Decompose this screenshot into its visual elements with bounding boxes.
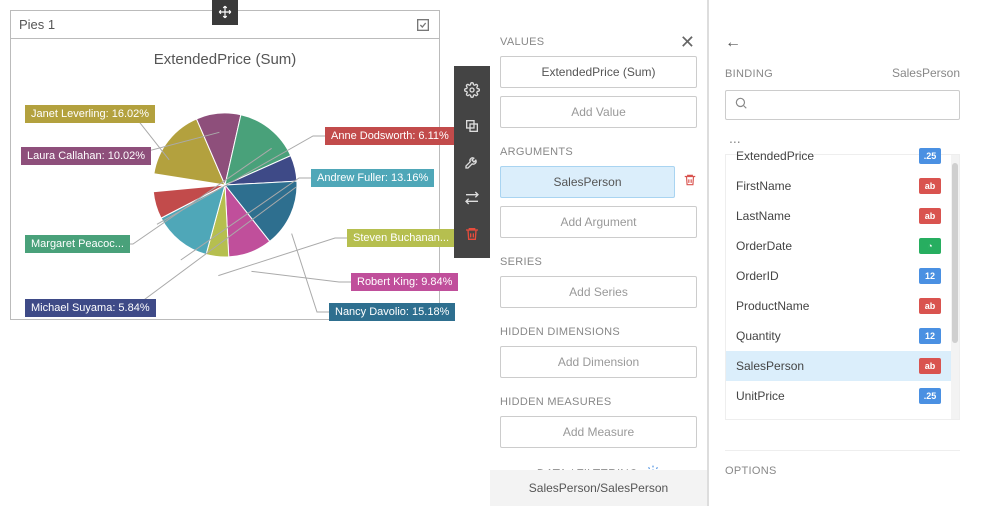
type-tag: ab xyxy=(919,208,941,224)
remove-argument-icon[interactable] xyxy=(683,173,697,192)
field-name: ExtendedPrice xyxy=(736,149,814,163)
arguments-field[interactable]: SalesPerson xyxy=(500,166,675,198)
add-value-button[interactable]: Add Value xyxy=(500,96,697,128)
type-tag: ab xyxy=(919,298,941,314)
data-label: Janet Leverling: 16.02% xyxy=(25,105,155,123)
type-tag: .25 xyxy=(919,388,941,404)
add-series-button[interactable]: Add Series xyxy=(500,276,697,308)
field-item[interactable]: LastName ab xyxy=(726,201,951,231)
data-label: Robert King: 9.84% xyxy=(351,273,458,291)
data-label: Laura Callahan: 10.02% xyxy=(21,147,151,165)
widget-title: Pies 1 xyxy=(19,17,415,32)
config-panel: ✕ VALUES ExtendedPrice (Sum) Add Value A… xyxy=(490,0,708,506)
fields-list: ExtendedPrice.25FirstNameabLastNameabOrd… xyxy=(725,154,960,420)
pie-chart-widget: Pies 1 ExtendedPrice (Sum) Janet Leverli… xyxy=(10,10,440,320)
close-icon[interactable]: ✕ xyxy=(680,32,695,53)
duplicate-icon[interactable] xyxy=(454,108,490,144)
search-icon xyxy=(734,96,748,115)
field-item[interactable]: SalesPerson ab xyxy=(726,351,951,381)
field-item[interactable]: Quantity 12 xyxy=(726,321,951,351)
field-item[interactable]: UnitPrice .25 xyxy=(726,381,951,411)
field-name: OrderID xyxy=(736,269,779,283)
wrench-icon[interactable] xyxy=(454,144,490,180)
data-label: Andrew Fuller: 13.16% xyxy=(311,169,434,187)
binding-title: BINDING xyxy=(725,68,773,80)
data-label: Anne Dodsworth: 6.11% xyxy=(325,127,455,145)
gear-icon[interactable] xyxy=(454,72,490,108)
field-name: SalesPerson xyxy=(736,359,804,373)
field-name: LastName xyxy=(736,209,791,223)
data-label: Nancy Davolio: 15.18% xyxy=(329,303,455,321)
binding-value: SalesPerson xyxy=(892,66,960,80)
add-argument-button[interactable]: Add Argument xyxy=(500,206,697,238)
add-measure-button[interactable]: Add Measure xyxy=(500,416,697,448)
data-label: Michael Suyama: 5.84% xyxy=(25,299,156,317)
arguments-header: ARGUMENTS xyxy=(500,146,697,158)
chart-area: ExtendedPrice (Sum) Janet Leverling: 16.… xyxy=(11,39,439,319)
field-name: OrderDate xyxy=(736,239,792,253)
search-input[interactable] xyxy=(756,98,951,112)
field-item[interactable]: ProductName ab xyxy=(726,291,951,321)
hidden-dimensions-header: HIDDEN DIMENSIONS xyxy=(500,326,697,338)
field-item[interactable]: OrderDate ◔ xyxy=(726,231,951,261)
search-input-row xyxy=(725,90,960,120)
data-label: Steven Buchanan... xyxy=(347,229,455,247)
type-tag: .25 xyxy=(919,148,941,164)
field-item[interactable]: ExtendedPrice .25 xyxy=(726,141,951,171)
field-name: FirstName xyxy=(736,179,791,193)
back-icon[interactable]: ← xyxy=(725,34,741,52)
hidden-measures-header: HIDDEN MEASURES xyxy=(500,396,697,408)
type-tag: ◔ xyxy=(919,238,941,254)
values-field[interactable]: ExtendedPrice (Sum) xyxy=(500,56,697,88)
values-header: VALUES xyxy=(500,36,697,48)
scrollbar[interactable] xyxy=(951,155,959,419)
type-tag: ab xyxy=(919,358,941,374)
side-toolbar xyxy=(454,66,490,258)
type-tag: 12 xyxy=(919,268,941,284)
add-dimension-button[interactable]: Add Dimension xyxy=(500,346,697,378)
field-name: ProductName xyxy=(736,299,809,313)
type-tag: ab xyxy=(919,178,941,194)
type-tag: 12 xyxy=(919,328,941,344)
widget-header: Pies 1 xyxy=(11,11,439,39)
export-icon[interactable] xyxy=(415,17,431,33)
convert-icon[interactable] xyxy=(454,180,490,216)
field-item[interactable]: FirstName ab xyxy=(726,171,951,201)
delete-icon[interactable] xyxy=(454,216,490,252)
options-header: OPTIONS xyxy=(725,450,960,477)
scrollbar-thumb[interactable] xyxy=(952,163,958,343)
field-item[interactable]: OrderID 12 xyxy=(726,261,951,291)
field-name: Quantity xyxy=(736,329,781,343)
panel-breadcrumb: SalesPerson/SalesPerson xyxy=(490,470,707,506)
series-header: SERIES xyxy=(500,256,697,268)
field-name: UnitPrice xyxy=(736,389,785,403)
binding-panel: ← BINDING SalesPerson ... ExtendedPrice.… xyxy=(708,0,976,506)
data-label: Margaret Peacoc... xyxy=(25,235,130,253)
